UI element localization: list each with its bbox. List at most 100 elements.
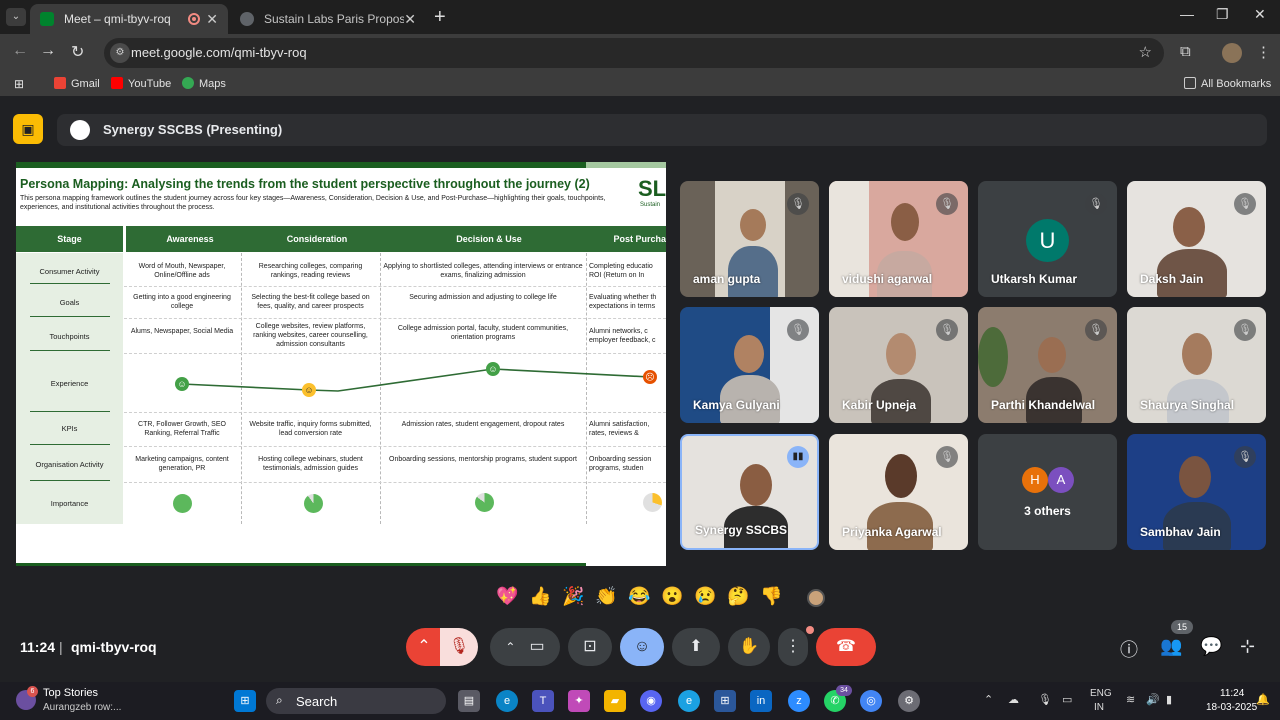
- close-window-icon[interactable]: ✕: [1254, 6, 1266, 23]
- participant-tile[interactable]: 🎙 aman gupta: [680, 181, 819, 297]
- notification-bell-icon[interactable]: 🔔: [1256, 693, 1270, 706]
- reaction-party[interactable]: 🎉: [562, 586, 584, 607]
- close-tab-icon[interactable]: ✕: [404, 4, 416, 34]
- others-tile[interactable]: H A 3 others: [978, 434, 1117, 550]
- bookmark-gmail[interactable]: Gmail: [54, 77, 100, 90]
- site-info-icon[interactable]: ⚙: [110, 43, 130, 63]
- raise-hand-button[interactable]: ✋: [728, 628, 770, 666]
- mic-off-icon: 🎙: [1085, 193, 1107, 215]
- participant-avatar: U: [1026, 219, 1069, 262]
- back-icon[interactable]: ←: [12, 42, 28, 60]
- participant-tile[interactable]: 🎙 vidushi agarwal: [829, 181, 968, 297]
- participant-tile[interactable]: 🎙 Daksh Jain: [1127, 181, 1266, 297]
- cell-kpi-consideration: Website traffic, inquiry forms submitted…: [249, 421, 372, 437]
- edge-browser-icon[interactable]: e: [496, 690, 518, 712]
- store-icon[interactable]: ⊞: [714, 690, 736, 712]
- task-view-icon[interactable]: ▤: [458, 690, 480, 712]
- presenting-title: Synergy SSCBS (Presenting): [103, 122, 283, 137]
- copilot-icon[interactable]: ✦: [568, 690, 590, 712]
- tab-meet[interactable]: Meet – qmi-tbyv-roq ✕: [30, 4, 228, 34]
- camera-button[interactable]: ⌃ ▭: [490, 628, 560, 666]
- mic-off-icon: 🎙: [936, 446, 958, 468]
- activities-icon[interactable]: ⊹: [1240, 636, 1255, 657]
- bookmark-youtube[interactable]: YouTube: [111, 77, 171, 90]
- browser-tab-bar: ⌄ Meet – qmi-tbyv-roq ✕ Sustain Labs Par…: [0, 0, 1280, 34]
- video-face: [740, 464, 772, 506]
- participant-name: Utkarsh Kumar: [991, 272, 1078, 286]
- experience-line: [181, 368, 651, 392]
- linkedin-icon[interactable]: in: [750, 690, 772, 712]
- captions-button[interactable]: ⊡: [568, 628, 612, 666]
- participant-tile[interactable]: 🎙 Sambhav Jain: [1127, 434, 1266, 550]
- region[interactable]: IN: [1094, 702, 1104, 713]
- maximize-icon[interactable]: ❐: [1216, 6, 1229, 23]
- teams-icon[interactable]: T: [532, 690, 554, 712]
- minimize-icon[interactable]: —: [1180, 6, 1194, 22]
- new-tab-button[interactable]: +: [434, 6, 446, 29]
- meet-area: ▣ Synergy SSCBS (Presenting) Persona Map…: [0, 96, 1280, 682]
- cloud-icon[interactable]: ☁: [1008, 693, 1019, 706]
- reaction-thinking[interactable]: 🤔: [727, 586, 749, 607]
- skin-tone-picker-icon[interactable]: [807, 589, 825, 607]
- reaction-heart[interactable]: 💖: [496, 586, 518, 607]
- cell-kpi-post: Alumni satisfaction, rates, reviews &: [589, 421, 650, 437]
- settings-gear-icon[interactable]: ⚙: [898, 690, 920, 712]
- news-title[interactable]: Top Stories: [43, 687, 98, 699]
- reaction-clap[interactable]: 👏: [595, 586, 617, 607]
- all-bookmarks[interactable]: All Bookmarks: [1184, 77, 1271, 90]
- participant-tile[interactable]: 🎙 Shaurya Singhal: [1127, 307, 1266, 423]
- participant-tile[interactable]: 🎙 Parthi Khandelwal: [978, 307, 1117, 423]
- file-explorer-icon[interactable]: ▰: [604, 690, 626, 712]
- battery-icon[interactable]: ▮: [1166, 693, 1172, 706]
- reaction-thumbs-up[interactable]: 👍: [529, 586, 551, 607]
- participant-tile[interactable]: U 🎙 Utkarsh Kumar: [978, 181, 1117, 297]
- more-menu-icon[interactable]: ⋮: [1256, 43, 1271, 61]
- address-bar[interactable]: ⚙ meet.google.com/qmi-tbyv-roq ☆: [104, 38, 1164, 68]
- participant-tile[interactable]: 🎙 Kabir Upneja: [829, 307, 968, 423]
- microphone-button[interactable]: 🎙: [440, 628, 478, 666]
- bookmarks-bar: ⊞ Gmail YouTube Maps All Bookmarks: [0, 72, 1280, 96]
- tray-chevron-icon[interactable]: ⌃: [984, 693, 993, 706]
- taskbar-time[interactable]: 11:24: [1220, 688, 1244, 699]
- people-icon[interactable]: 👥: [1160, 636, 1182, 657]
- zoom-icon[interactable]: z: [788, 690, 810, 712]
- tab-proposal[interactable]: Sustain Labs Paris Proposal - Sy ✕: [230, 4, 426, 34]
- forward-icon[interactable]: →: [40, 42, 56, 60]
- meeting-clock: 11:24: [20, 639, 56, 655]
- chat-icon[interactable]: 💬: [1200, 636, 1222, 657]
- volume-icon[interactable]: 🔊: [1146, 693, 1160, 706]
- leave-call-button[interactable]: ☎: [816, 628, 876, 666]
- news-subtitle[interactable]: Aurangzeb row:...: [43, 702, 121, 713]
- apps-grid-icon[interactable]: ⊞: [14, 77, 24, 91]
- reaction-thumbs-down[interactable]: 👎: [760, 586, 782, 607]
- bookmark-maps[interactable]: Maps: [182, 77, 226, 90]
- more-options-button[interactable]: ⋮: [778, 628, 808, 666]
- profile-avatar[interactable]: [1222, 43, 1242, 63]
- participant-tile[interactable]: 🎙 Priyanka Agarwal: [829, 434, 968, 550]
- close-tab-icon[interactable]: ✕: [206, 4, 218, 34]
- taskbar-search[interactable]: ⌕ Search: [266, 688, 446, 714]
- bookmark-star-icon[interactable]: ☆: [1139, 43, 1152, 61]
- extensions-icon[interactable]: ⧉: [1180, 43, 1191, 60]
- participant-tile[interactable]: 🎙 Kamya Gulyani: [680, 307, 819, 423]
- info-icon[interactable]: ⓘ: [1120, 636, 1138, 662]
- tray-mic-icon[interactable]: 🎙: [1038, 693, 1052, 706]
- presentation-icon[interactable]: ▣: [13, 114, 43, 144]
- reaction-joy[interactable]: 😂: [628, 586, 650, 607]
- reload-icon[interactable]: ↻: [71, 42, 84, 62]
- chrome-icon[interactable]: ◎: [860, 690, 882, 712]
- windows-start-icon[interactable]: ⊞: [234, 690, 256, 712]
- discord-icon[interactable]: ◉: [640, 690, 662, 712]
- tab-search-icon[interactable]: ⌄: [6, 8, 26, 26]
- reaction-surprised[interactable]: 😮: [661, 586, 683, 607]
- wifi-icon[interactable]: ≋: [1126, 693, 1135, 706]
- participant-tile-speaking[interactable]: ▮▮ Synergy SSCBS: [680, 434, 819, 550]
- emoji-button[interactable]: ☺: [620, 628, 664, 666]
- language[interactable]: ENG: [1090, 688, 1112, 699]
- display-icon[interactable]: ▭: [1062, 693, 1072, 706]
- taskbar-date[interactable]: 18-03-2025: [1206, 702, 1257, 713]
- present-button[interactable]: ⬆: [672, 628, 720, 666]
- reaction-sad[interactable]: 😢: [694, 586, 716, 607]
- edge-icon[interactable]: e: [678, 690, 700, 712]
- audio-options-button[interactable]: ⌃: [406, 628, 442, 666]
